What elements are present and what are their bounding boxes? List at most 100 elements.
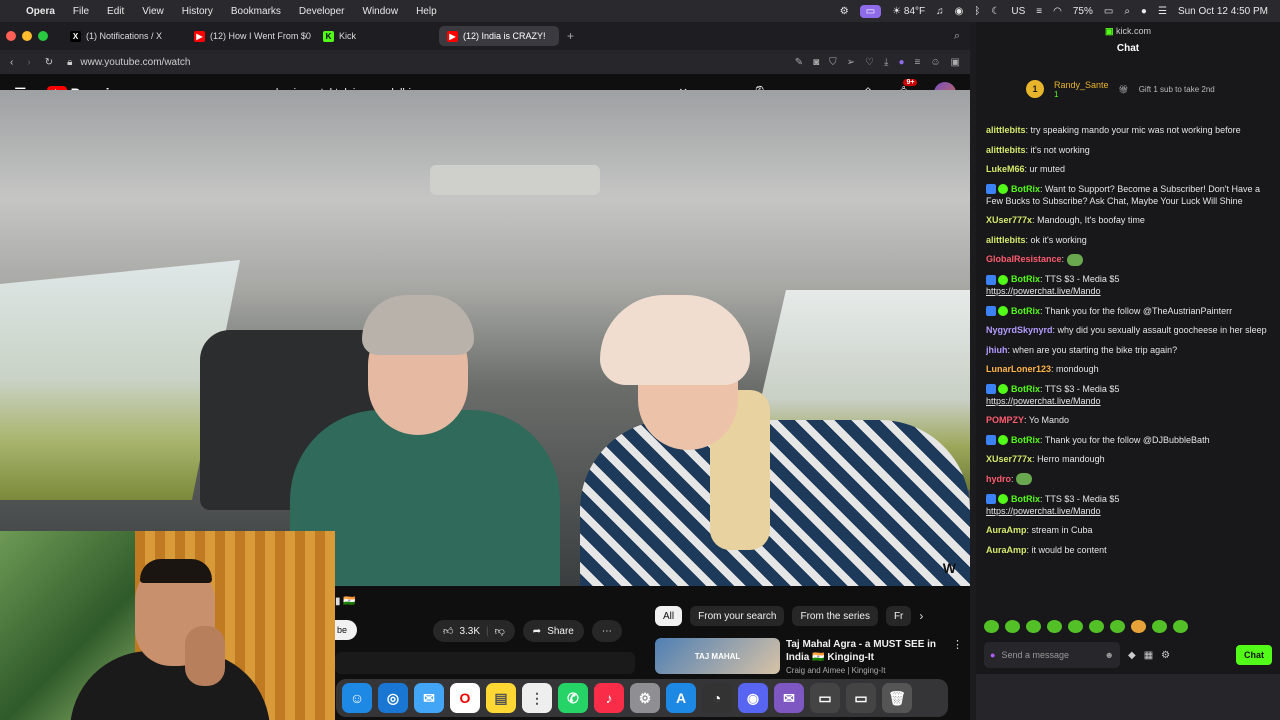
close-window-button[interactable] [6, 31, 16, 41]
media-icon[interactable]: ◉ [955, 6, 964, 17]
more-actions-button[interactable]: ⋯ [591, 620, 622, 642]
emote-icon[interactable] [1110, 620, 1125, 633]
emote-icon[interactable] [1026, 620, 1041, 633]
app-store-icon[interactable]: A [666, 683, 696, 713]
pinned-username[interactable]: Randy_Sante [1054, 80, 1109, 90]
menu-history[interactable]: History [182, 6, 213, 17]
description-box[interactable] [335, 652, 635, 674]
video-thumbnail[interactable]: TAJ MAHAL [655, 638, 780, 674]
notes-icon[interactable]: ▤ [486, 683, 516, 713]
chat-username[interactable]: POMPZY [986, 415, 1024, 425]
chat-username[interactable]: NygyrdSkynyrd [986, 325, 1053, 335]
emote-icon[interactable] [1089, 620, 1104, 633]
mail-icon[interactable]: ✉ [414, 683, 444, 713]
bits-icon[interactable]: ◆ [1128, 650, 1136, 661]
ai-icon[interactable]: ⚙ [840, 6, 849, 17]
whatsapp-icon[interactable]: ✆ [558, 683, 588, 713]
chat-link[interactable]: https://powerchat.live/Mando [986, 396, 1101, 406]
more-vert-icon[interactable]: ⋮ [952, 638, 963, 675]
chat-username[interactable]: LukeM66 [986, 164, 1025, 174]
chip-all[interactable]: All [655, 606, 683, 626]
edit-icon[interactable]: ✎ [795, 57, 803, 68]
proton-mail-icon[interactable]: ✉ [774, 683, 804, 713]
menu-bookmarks[interactable]: Bookmarks [231, 6, 281, 17]
screen-mirror-icon[interactable]: ▭ [859, 4, 882, 18]
send-icon[interactable]: ➢ [847, 57, 855, 68]
gift-icon[interactable]: ▦ [1144, 650, 1153, 661]
chat-username[interactable]: hydro [986, 474, 1011, 484]
menu-help[interactable]: Help [416, 6, 437, 17]
clock[interactable]: Sun Oct 12 4:50 PM [1178, 6, 1268, 17]
profile-icon[interactable]: ☺ [930, 57, 940, 68]
emote-icon[interactable] [1131, 620, 1146, 633]
extension-icon[interactable]: ● [898, 57, 904, 68]
reminders-icon[interactable]: ⋮ [522, 683, 552, 713]
chat-username[interactable]: BotRix [1011, 384, 1040, 394]
settings-icon[interactable]: ⚙ [1161, 650, 1170, 661]
chat-placeholder[interactable]: Send a message [1001, 650, 1098, 660]
back-icon[interactable]: ‹ [10, 57, 13, 68]
gift-sub-text[interactable]: Gift 1 sub to take 2nd [1139, 85, 1215, 94]
window-thumbnail-icon[interactable]: ▭ [810, 683, 840, 713]
chat-username[interactable]: alittlebits [986, 235, 1026, 245]
battery-percent[interactable]: 75% [1073, 6, 1093, 17]
recommended-video[interactable]: TAJ MAHAL Taj Mahal Agra - a MUST SEE in… [655, 638, 970, 675]
discord-icon[interactable]: ◉ [738, 683, 768, 713]
spotlight-icon[interactable]: ⌕ [1124, 6, 1130, 17]
like-button[interactable]: 👍︎ 3.3K | 👎︎ [433, 620, 515, 642]
new-tab-button[interactable]: + [567, 29, 574, 43]
emoji-icon[interactable]: ☻ [1105, 650, 1114, 660]
control-center-icon[interactable]: ☰ [1158, 6, 1167, 17]
emote-icon[interactable] [1047, 620, 1062, 633]
chat-username[interactable]: BotRix [1011, 184, 1040, 194]
menu-file[interactable]: File [73, 6, 89, 17]
wallet-icon[interactable]: ▣ [951, 57, 960, 68]
headphones-icon[interactable]: ♫ [936, 6, 944, 17]
weather-readout[interactable]: ☀ 84°F [892, 6, 925, 17]
menu-window[interactable]: Window [363, 6, 399, 17]
send-chat-button[interactable]: Chat [1236, 645, 1272, 665]
emote-icon[interactable] [1005, 620, 1020, 633]
recommended-channel[interactable]: Craig and Aimee | Kinging-It [786, 666, 946, 675]
language-icon[interactable]: US [1011, 6, 1025, 17]
finder-icon[interactable]: ☺ [342, 683, 372, 713]
chat-username[interactable]: GlobalResistance [986, 254, 1062, 264]
mic-icon[interactable]: ● [990, 650, 995, 660]
emote-icon[interactable] [1068, 620, 1083, 633]
camera-icon[interactable]: ◙ [813, 57, 819, 68]
emote-icon[interactable] [1173, 620, 1188, 633]
forward-icon[interactable]: › [27, 57, 30, 68]
chat-username[interactable]: jhiuh [986, 345, 1008, 355]
chip-more[interactable]: Fr [885, 606, 912, 626]
chip-from-your-search[interactable]: From your search [690, 606, 785, 626]
menu-developer[interactable]: Developer [299, 6, 345, 17]
share-button[interactable]: ➦ Share [522, 620, 584, 642]
heart-icon[interactable]: ♡ [865, 57, 874, 68]
recommended-title[interactable]: Taj Mahal Agra - a MUST SEE in India 🇮🇳 … [786, 638, 946, 664]
menu-app-name[interactable]: Opera [26, 6, 55, 17]
music-icon[interactable]: ♪ [594, 683, 624, 713]
chat-link[interactable]: https://powerchat.live/Mando [986, 286, 1101, 296]
chat-username[interactable]: alittlebits [986, 125, 1026, 135]
window-thumbnail-icon[interactable]: ▭ [846, 683, 876, 713]
chat-username[interactable]: BotRix [1011, 435, 1040, 445]
video-player[interactable]: W [0, 90, 970, 586]
settings-icon[interactable]: ⚙ [630, 683, 660, 713]
menu-edit[interactable]: Edit [107, 6, 124, 17]
emote-icon[interactable] [1152, 620, 1167, 633]
control-icon[interactable]: ≡ [1036, 6, 1042, 17]
chat-username[interactable]: XUser777x [986, 454, 1032, 464]
chat-username[interactable]: alittlebits [986, 145, 1026, 155]
url-text[interactable]: www.youtube.com/watch [80, 57, 190, 68]
trash-icon[interactable]: 🗑︎ [882, 683, 912, 713]
thumbs-down-icon[interactable]: 👎︎ [495, 625, 505, 637]
chip-from-the-series[interactable]: From the series [792, 606, 878, 626]
emote-icon[interactable] [984, 620, 999, 633]
shield-icon[interactable]: ⛉ [829, 57, 837, 68]
activity-icon[interactable]: ◔ [702, 683, 732, 713]
url-field[interactable]: 🔒︎ www.youtube.com/watch [67, 57, 781, 68]
chat-username[interactable]: LunarLoner123 [986, 364, 1051, 374]
menu-view[interactable]: View [142, 6, 164, 17]
easy-setup-icon[interactable]: ≡ [914, 57, 920, 68]
bluetooth-icon[interactable]: ᛒ [974, 6, 980, 17]
